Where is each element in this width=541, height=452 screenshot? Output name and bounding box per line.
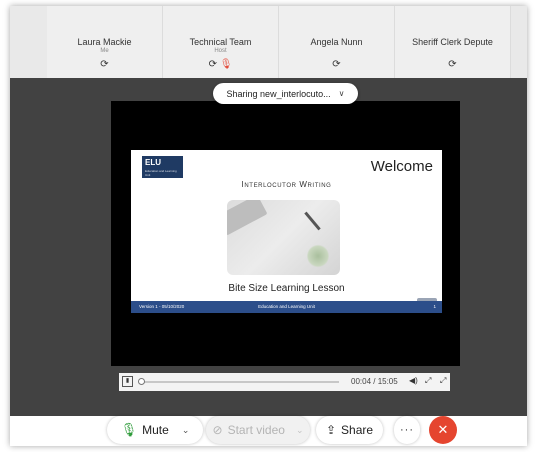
- call-toolbar: 🎙 Mute ⌄ ⊘ Start video ⌄ ⇪ Share ··· ✕: [10, 416, 527, 446]
- laptop-shape: [227, 200, 268, 236]
- share-label: Share: [341, 423, 374, 437]
- sharing-dropdown[interactable]: Sharing new_interlocuto... ∨: [213, 83, 358, 104]
- sync-icon: ⟳: [208, 59, 217, 70]
- plant-shape: [307, 244, 329, 268]
- participant-tile[interactable]: Laura Mackie Me ⟳: [47, 6, 163, 78]
- expand-icon[interactable]: ⤢: [440, 376, 446, 386]
- playback-time: 00:04 / 15:05: [351, 377, 398, 386]
- end-call-button[interactable]: ✕: [429, 416, 457, 444]
- slide-footer: Version 1 - 05/10/2020 Education and Lea…: [131, 301, 442, 313]
- seek-bar[interactable]: [137, 378, 339, 385]
- participant-status: ⟳: [47, 59, 162, 70]
- chevron-down-icon: ∨: [338, 89, 345, 98]
- fullscreen-icon[interactable]: ⤢: [425, 376, 431, 386]
- chevron-down-icon[interactable]: ⌄: [182, 425, 190, 436]
- participant-tile[interactable]: Angela Nunn ⟳: [279, 6, 395, 78]
- seek-thumb[interactable]: [137, 378, 145, 385]
- slide-image: [227, 200, 340, 275]
- sync-icon: ⟳: [448, 59, 457, 70]
- participant-status: ⟳ 🎙: [163, 59, 278, 70]
- participant-name: Sheriff Clerk Depute: [412, 37, 493, 47]
- participant-tile[interactable]: Sheriff Clerk Depute ⟳: [395, 6, 511, 78]
- share-button[interactable]: ⇪ Share: [316, 416, 383, 444]
- sharing-label: Sharing new_interlocuto...: [226, 88, 331, 99]
- sync-icon: ⟳: [332, 59, 341, 70]
- share-icon: ⇪: [325, 423, 337, 437]
- slide-footer-unit: Education and Learning Unit: [258, 304, 315, 309]
- pause-icon[interactable]: ▮: [122, 376, 133, 387]
- logo-subtext: Education and Learning Unit: [145, 169, 177, 177]
- media-controls: ▮ 00:04 / 15:05 ◀) ⤢ ⤢: [119, 373, 450, 391]
- meeting-window: Laura Mackie Me ⟳ Technical Team Host ⟳ …: [10, 6, 527, 446]
- microphone-icon: 🎙: [120, 422, 138, 437]
- mic-muted-icon: 🎙: [219, 59, 233, 70]
- participant-strip: Laura Mackie Me ⟳ Technical Team Host ⟳ …: [10, 6, 527, 78]
- more-options-button[interactable]: ···: [394, 416, 420, 444]
- more-icon: ···: [400, 424, 414, 436]
- presentation-slide: ELU Education and Learning Unit Welcome …: [131, 150, 442, 313]
- participant-name: Technical Team: [189, 37, 252, 47]
- start-video-label: Start video: [227, 423, 285, 437]
- elu-logo: ELU Education and Learning Unit: [142, 156, 183, 178]
- participant-tile[interactable]: Technical Team Host ⟳ 🎙: [163, 6, 279, 78]
- participant-role: Me: [100, 48, 109, 54]
- video-off-icon: ⊘: [212, 423, 223, 437]
- slide-lesson-title: Bite Size Learning Lesson: [228, 283, 345, 294]
- participant-role: Host: [214, 48, 227, 54]
- participant-status: ⟳: [279, 59, 394, 70]
- shared-video: ELU Education and Learning Unit Welcome …: [111, 101, 460, 391]
- slide-footer-page: 1: [433, 304, 436, 309]
- logo-text: ELU: [145, 158, 161, 167]
- mute-button[interactable]: 🎙 Mute ⌄: [107, 416, 203, 444]
- participant-name: Angela Nunn: [310, 37, 363, 47]
- close-icon: ✕: [437, 422, 449, 437]
- pen-shape: [304, 211, 321, 231]
- start-video-button[interactable]: ⊘ Start video ⌄: [206, 416, 310, 444]
- sync-icon: ⟳: [100, 59, 109, 70]
- slide-title: Welcome: [370, 158, 433, 175]
- slide-subtitle: Interlocutor Writing: [241, 180, 332, 189]
- chevron-down-icon[interactable]: ⌄: [296, 425, 304, 436]
- participant-status: ⟳: [395, 59, 510, 70]
- mute-label: Mute: [142, 423, 169, 437]
- volume-icon[interactable]: ◀): [409, 376, 418, 385]
- participant-name: Laura Mackie: [77, 37, 132, 47]
